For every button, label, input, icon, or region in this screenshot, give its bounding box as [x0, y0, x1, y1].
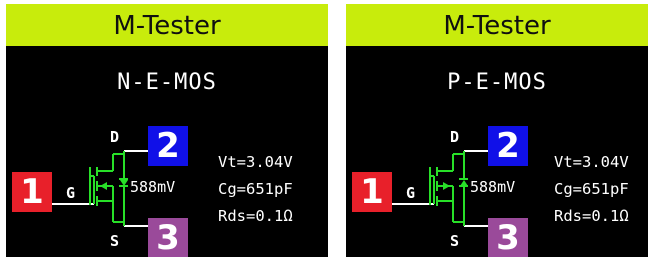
pin-1-badge: 1 [352, 172, 392, 212]
tester-screen-right: M-Tester P-E-MOS D G S 1 2 3 588mV Vt=3.… [346, 4, 648, 257]
gate-capacitance: Cg=651pF [218, 180, 293, 198]
readings-panel: Vt=3.04V Cg=651pF Rds=0.1Ω [218, 149, 293, 230]
pin-2-badge: 2 [488, 126, 528, 166]
pin-3-badge: 3 [488, 218, 528, 257]
threshold-voltage: Vt=3.04V [218, 153, 293, 171]
drain-label: D [110, 128, 120, 146]
gate-label: G [66, 184, 76, 202]
threshold-voltage: Vt=3.04V [554, 153, 629, 171]
pin-1-badge: 1 [12, 172, 52, 212]
source-label: S [450, 232, 460, 250]
gate-capacitance: Cg=651pF [554, 180, 629, 198]
drain-source-resistance: Rds=0.1Ω [554, 207, 629, 225]
drain-source-resistance: Rds=0.1Ω [218, 207, 293, 225]
source-label: S [110, 232, 120, 250]
readings-panel: Vt=3.04V Cg=651pF Rds=0.1Ω [554, 149, 629, 230]
pin-2-badge: 2 [148, 126, 188, 166]
pin-3-badge: 3 [148, 218, 188, 257]
gate-label: G [406, 184, 416, 202]
diode-voltage: 588mV [470, 178, 516, 196]
tester-screen-left: M-Tester N-E-MOS D G S 1 2 3 588mV Vt=3.… [6, 4, 328, 257]
drain-label: D [450, 128, 460, 146]
diode-voltage: 588mV [130, 178, 176, 196]
